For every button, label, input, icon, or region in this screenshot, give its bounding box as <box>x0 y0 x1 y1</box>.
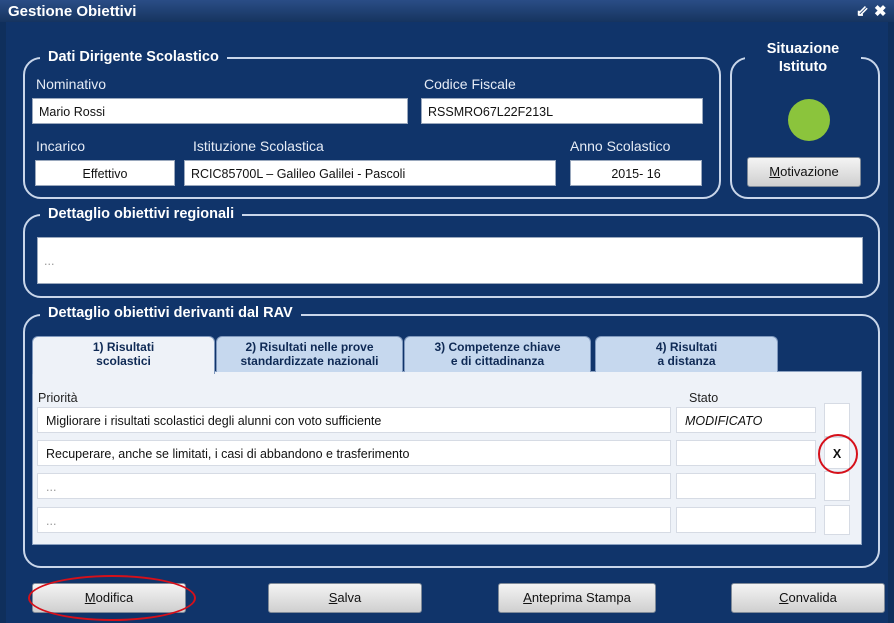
tab-label-line2: a distanza <box>657 354 716 368</box>
stato-cell <box>676 507 816 533</box>
tab-label-line1: 3) Competenze chiave <box>434 340 561 354</box>
motivazione-mnemonic: M <box>769 164 781 179</box>
stato-cell <box>676 440 816 466</box>
situazione-legend: Situazione Istituto <box>745 40 861 76</box>
priorita-cell[interactable]: ... <box>37 473 671 499</box>
salva-label: alva <box>337 590 362 605</box>
row-delete-button[interactable] <box>824 471 850 501</box>
regionali-textarea[interactable]: ... <box>37 237 863 284</box>
nominativo-field[interactable]: Mario Rossi <box>32 98 408 124</box>
stato-cell: MODIFICATO <box>676 407 816 433</box>
status-indicator-icon <box>788 99 830 141</box>
anteprima-label: nteprima Stampa <box>531 590 631 605</box>
stato-cell <box>676 473 816 499</box>
motivazione-label: otivazione <box>780 164 839 179</box>
tab-label-line1: 2) Risultati nelle prove <box>245 340 374 354</box>
convalida-button[interactable]: Convalida <box>731 583 885 613</box>
situazione-legend-line2: Istituto <box>778 59 828 75</box>
tab-label-line1: 1) Risultati <box>92 340 155 354</box>
istituzione-label: Istituzione Scolastica <box>193 138 324 154</box>
row-delete-button[interactable] <box>824 505 850 535</box>
modifica-mnemonic: M <box>84 590 96 605</box>
codice-fiscale-label: Codice Fiscale <box>424 76 516 92</box>
anteprima-stampa-button[interactable]: Anteprima Stampa <box>498 583 656 613</box>
codice-fiscale-field[interactable]: RSSMRO67L22F213L <box>421 98 703 124</box>
convalida-label: onvalida <box>788 590 837 605</box>
stato-header: Stato <box>689 391 719 405</box>
tab-risultati-scolastici[interactable]: 1) Risultati scolastici <box>32 336 215 374</box>
close-icon[interactable]: ✖ <box>874 2 887 20</box>
incarico-field[interactable]: Effettivo <box>35 160 175 186</box>
priorita-cell[interactable]: Migliorare i risultati scolastici degli … <box>37 407 671 433</box>
tab-label-line1: 4) Risultati <box>655 340 718 354</box>
tab-prove-standardizzate[interactable]: 2) Risultati nelle prove standardizzate … <box>216 336 403 372</box>
tab-label-line2: scolastici <box>96 354 151 368</box>
priorita-cell[interactable]: Recuperare, anche se limitati, i casi di… <box>37 440 671 466</box>
situazione-legend-line1: Situazione <box>766 41 840 57</box>
tab-competenze-chiave[interactable]: 3) Competenze chiave e di cittadinanza <box>404 336 591 372</box>
tab-label-line2: standardizzate nazionali <box>240 354 379 368</box>
modifica-label: odifica <box>95 590 134 605</box>
regionali-legend: Dettaglio obiettivi regionali <box>40 206 243 222</box>
row-delete-button[interactable] <box>824 403 850 437</box>
anteprima-mnemonic: A <box>523 590 532 605</box>
minimize-icon[interactable]: ⇙ <box>856 2 869 20</box>
dirigente-legend: Dati Dirigente Scolastico <box>40 49 227 65</box>
incarico-label: Incarico <box>36 138 86 154</box>
nominativo-label: Nominativo <box>36 76 107 92</box>
anno-scolastico-label: Anno Scolastico <box>570 138 671 154</box>
salva-button[interactable]: Salva <box>268 583 422 613</box>
motivazione-button[interactable]: Motivazione <box>747 157 861 187</box>
tab-risultati-distanza[interactable]: 4) Risultati a distanza <box>595 336 778 372</box>
priorita-header: Priorità <box>38 391 78 405</box>
rav-legend: Dettaglio obiettivi derivanti dal RAV <box>40 305 301 321</box>
istituzione-field[interactable]: RCIC85700L – Galileo Galilei - Pascoli <box>184 160 556 186</box>
window-title: Gestione Obiettivi <box>8 3 137 20</box>
row-delete-button[interactable]: X <box>824 437 850 469</box>
priorita-cell[interactable]: ... <box>37 507 671 533</box>
title-bar: Gestione Obiettivi ⇙ ✖ <box>0 0 894 22</box>
anno-scolastico-field[interactable]: 2015- 16 <box>570 160 702 186</box>
modifica-button[interactable]: Modifica <box>32 583 186 613</box>
tab-label-line2: e di cittadinanza <box>450 354 545 368</box>
